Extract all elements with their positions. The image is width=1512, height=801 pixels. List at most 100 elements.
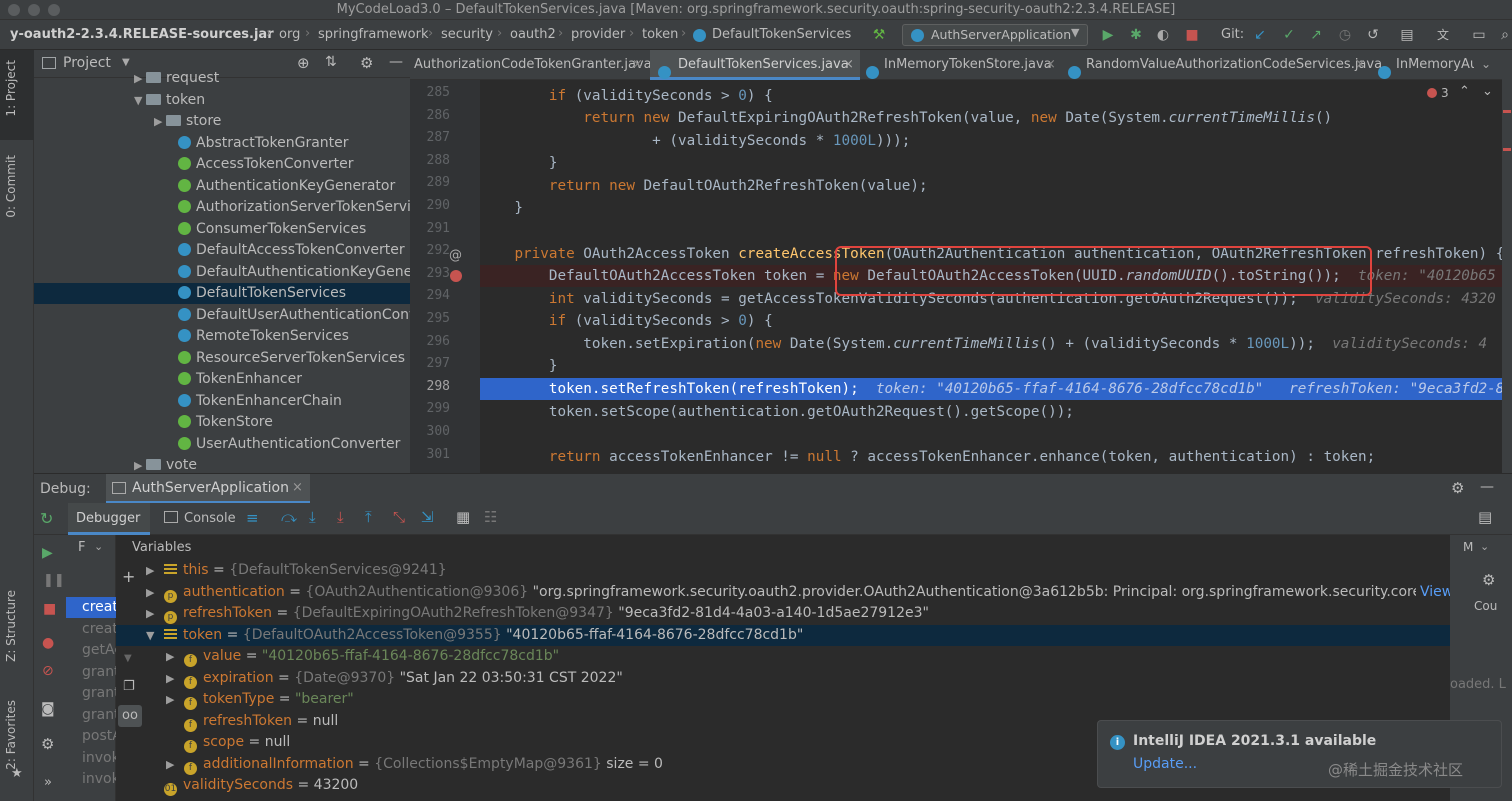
stack-frame[interactable]: grant (66, 705, 116, 726)
stop-icon[interactable]: ■ (43, 601, 56, 617)
chevron-right-icon[interactable]: ▶ (146, 603, 164, 625)
chevron-down-icon[interactable]: ⌄ (1480, 540, 1489, 553)
tree-item[interactable]: DefaultAccessTokenConverter (172, 240, 410, 261)
build-hammer-icon[interactable]: ⚒ (870, 26, 888, 44)
favorites-tab-label[interactable]: 2: Favorites (4, 700, 18, 770)
settings-gear-icon[interactable]: ⚙ (41, 735, 54, 753)
close-icon[interactable]: × (1355, 50, 1366, 80)
stack-frame[interactable]: getAc (66, 640, 116, 661)
stack-frame[interactable]: postA (66, 726, 116, 747)
show-execution-point-icon[interactable]: ≡ (246, 509, 259, 527)
variable-row[interactable]: ▶ f tokenType = "bearer" (146, 689, 1480, 711)
zoom-window-button[interactable] (48, 4, 60, 16)
watch-glasses-icon[interactable]: oo (118, 705, 142, 727)
stack-frame[interactable]: invok (66, 769, 116, 790)
minimize-panel-icon[interactable]: — (1480, 479, 1494, 495)
line-number[interactable]: 287 (410, 130, 450, 145)
tree-item[interactable]: AbstractTokenGranter (172, 133, 410, 154)
variable-row[interactable]: ▶ p authentication = {OAuth2Authentication… (146, 581, 1480, 603)
line-number[interactable]: 299 (410, 401, 450, 416)
line-number[interactable]: 301 (410, 447, 450, 462)
tab-debugger[interactable]: Debugger (68, 503, 150, 535)
tree-item[interactable]: AccessTokenConverter (172, 154, 410, 175)
minimize-window-button[interactable] (28, 4, 40, 16)
rerun-icon[interactable]: ↻ (40, 509, 53, 528)
variable-row[interactable]: ▶ f expiration = {Date@9370} "Sat Jan 22 0… (146, 668, 1480, 690)
git-push-icon[interactable]: ↗ (1307, 26, 1325, 44)
tree-item[interactable]: TokenEnhancer (172, 369, 410, 390)
chevron-right-icon[interactable]: ▶ (154, 111, 166, 132)
gear-icon[interactable]: ⚙ (1451, 479, 1464, 497)
mute-breakpoints-icon[interactable]: ⊘ (42, 663, 54, 679)
tab-inmemorytokenstore[interactable]: InMemoryTokenStore.java × (860, 50, 1062, 80)
tab-console[interactable]: Console (184, 511, 236, 526)
tree-item[interactable]: ResourceServerTokenServices (172, 348, 410, 369)
camera-icon[interactable]: ◙ (41, 701, 55, 717)
variable-row[interactable]: ▶ p refreshToken = {DefaultExpiringOAuth2R… (146, 603, 1480, 625)
stack-frame[interactable]: creat (66, 597, 116, 618)
run-config-select[interactable]: AuthServerApplication ▼ (902, 24, 1088, 46)
line-number[interactable]: 289 (410, 175, 450, 190)
structure-tab-label[interactable]: Z: Structure (4, 590, 18, 662)
line-number[interactable]: 291 (410, 221, 450, 236)
run-icon[interactable]: ▶ (1099, 26, 1117, 44)
tree-item[interactable]: ▶ store (154, 111, 410, 132)
tree-item[interactable]: AuthenticationKeyGenerator (172, 176, 410, 197)
project-tool-tab[interactable]: 1: Project (0, 50, 34, 140)
tree-item[interactable]: RemoteTokenServices (172, 326, 410, 347)
tab-defaulttokenservices[interactable]: DefaultTokenServices.java × (650, 50, 860, 80)
line-number[interactable]: 295 (410, 311, 450, 326)
error-marker[interactable] (1503, 148, 1511, 151)
add-watch-icon[interactable]: + (122, 567, 135, 586)
breadcrumb-provider[interactable]: provider (571, 27, 625, 42)
coverage-icon[interactable]: ◐ (1154, 26, 1172, 44)
chevron-right-icon[interactable]: ▶ (166, 668, 184, 690)
line-number[interactable]: 288 (410, 153, 450, 168)
line-number[interactable]: 296 (410, 334, 450, 349)
tree-item[interactable]: TokenStore (172, 412, 410, 433)
search-icon[interactable]: ⌕ (1496, 26, 1512, 44)
tree-item[interactable]: ConsumerTokenServices (172, 219, 410, 240)
tree-item[interactable]: DefaultUserAuthenticationConv (172, 305, 410, 326)
tree-item[interactable]: DefaultAuthenticationKeyGener (172, 262, 410, 283)
warning-count[interactable]: 3 (1441, 86, 1449, 100)
project-structure-icon[interactable]: ▤ (1398, 26, 1416, 44)
chevron-down-icon[interactable]: ▼ (122, 57, 130, 68)
tree-item[interactable]: TokenEnhancerChain (172, 391, 410, 412)
chevron-down-icon[interactable]: ▼ (134, 90, 146, 111)
chevron-right-icon[interactable]: ▶ (166, 646, 184, 668)
git-commit-icon[interactable]: ✓ (1280, 26, 1298, 44)
stop-icon[interactable]: ■ (1183, 26, 1201, 44)
force-step-into-icon[interactable]: ⤓ (337, 508, 344, 526)
copy-icon[interactable]: ❐ (123, 679, 135, 694)
chevron-right-icon[interactable]: ▶ (166, 754, 184, 776)
breadcrumb-class[interactable]: DefaultTokenServices (712, 27, 851, 42)
line-number[interactable]: 293 (410, 266, 450, 281)
close-icon[interactable]: × (843, 50, 854, 80)
close-icon[interactable]: × (292, 480, 303, 495)
line-number[interactable]: 297 (410, 356, 450, 371)
breadcrumb-org[interactable]: org (279, 27, 300, 42)
breadcrumb-security[interactable]: security (441, 27, 493, 42)
chevron-right-icon[interactable]: ▶ (134, 68, 146, 89)
line-number[interactable]: 294 (410, 288, 450, 303)
stack-frame[interactable]: grant (66, 683, 116, 704)
close-window-button[interactable] (8, 4, 20, 16)
tree-item[interactable]: UserAuthenticationConverter (172, 434, 410, 455)
rollback-icon[interactable]: ↺ (1364, 26, 1382, 44)
more-chevron-icon[interactable]: » (44, 775, 52, 790)
settings-gear-icon[interactable]: ⚙ (1482, 571, 1495, 589)
pause-icon[interactable]: ❚❚ (43, 573, 65, 588)
chevron-down-icon[interactable]: ⌄ (1482, 84, 1493, 99)
debug-bug-icon[interactable]: ✱ (1127, 26, 1145, 44)
line-number[interactable]: 290 (410, 198, 450, 213)
chevron-down-icon[interactable]: ▼ (146, 625, 164, 647)
history-icon[interactable]: ◷ (1336, 26, 1354, 44)
trace-stream-icon[interactable]: ☷ (484, 508, 497, 526)
breakpoint-icon[interactable] (450, 270, 462, 282)
line-number[interactable]: 292 (410, 243, 450, 258)
stack-frame[interactable]: grant (66, 662, 116, 683)
tree-item[interactable]: AuthorizationServerTokenServic (172, 197, 410, 218)
variable-row[interactable]: ▶ f value = "40120b65-ffaf-4164-8676-28dfc… (146, 646, 1480, 668)
breadcrumb-token[interactable]: token (642, 27, 678, 42)
